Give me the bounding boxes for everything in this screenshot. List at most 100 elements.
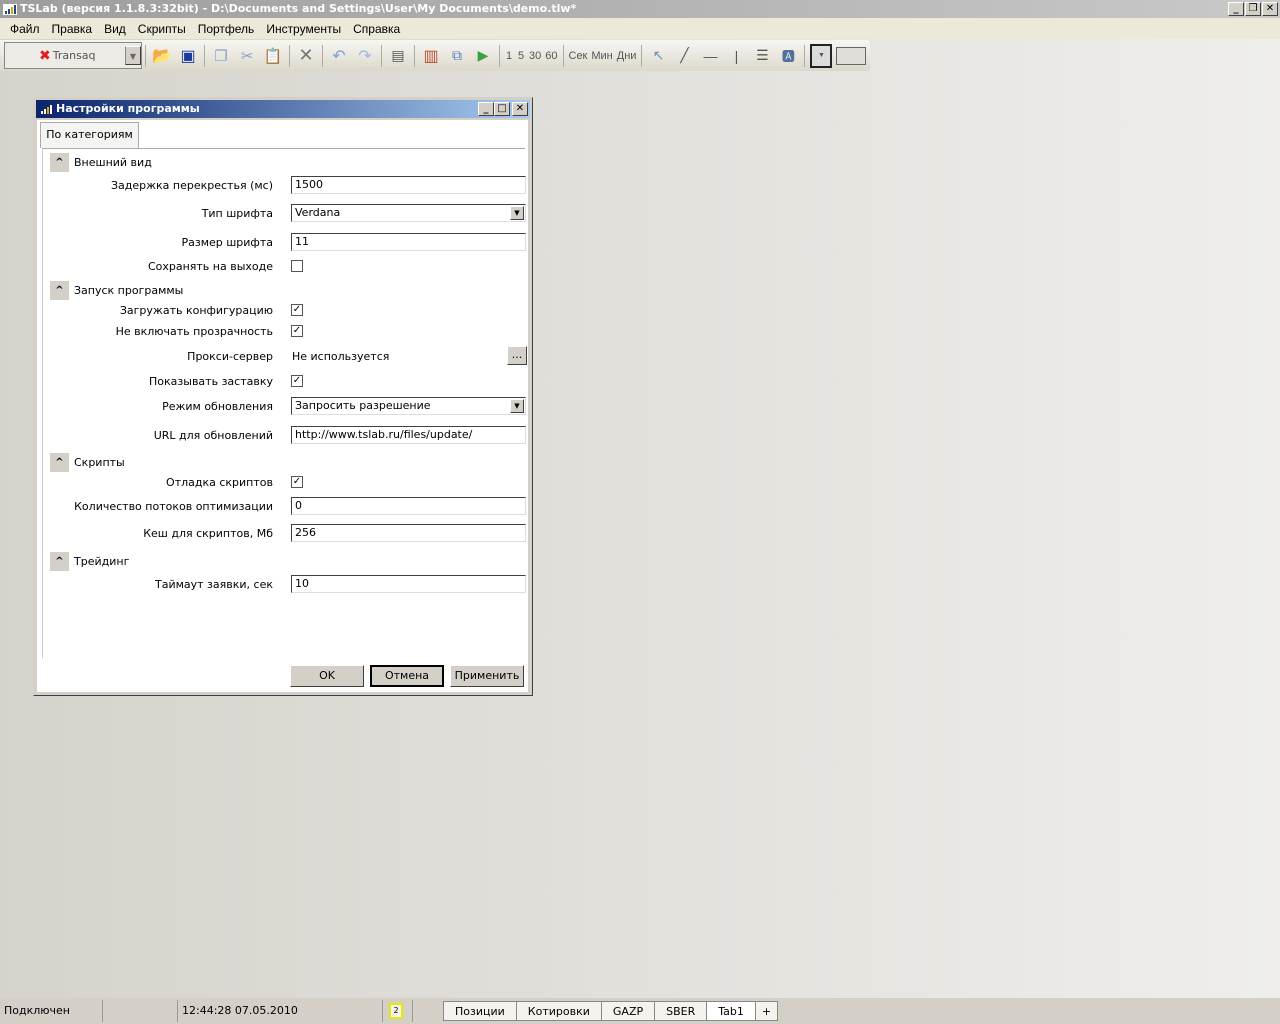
menu-bar: Файл Правка Вид Скрипты Портфель Инструм… bbox=[0, 18, 1280, 39]
status-bar: Подключен 12:44:28 07.05.2010 2 Позиции … bbox=[0, 998, 1280, 1024]
cut-icon[interactable]: ✂ bbox=[236, 44, 258, 68]
add-tab-button[interactable]: + bbox=[754, 1001, 779, 1021]
update-url-input[interactable]: http://www.tslab.ru/files/update/ bbox=[291, 426, 526, 444]
label: Тип шрифта bbox=[201, 207, 273, 220]
color-dropdown[interactable]: ▼ bbox=[810, 43, 833, 68]
dialog-maximize-button[interactable]: □ bbox=[494, 102, 510, 116]
script-cache-input[interactable]: 256 bbox=[291, 524, 526, 542]
status-spacer bbox=[103, 1000, 178, 1022]
interval-1[interactable]: 1 bbox=[505, 44, 513, 68]
label: Количество потоков оптимизации bbox=[74, 500, 273, 513]
pointer-icon[interactable]: ↖ bbox=[647, 44, 669, 68]
section-trading[interactable]: ^ Трейдинг bbox=[50, 552, 129, 571]
interval-5[interactable]: 5 bbox=[517, 44, 525, 68]
minimize-button[interactable]: _ bbox=[1228, 2, 1244, 16]
app-title-bar: TSLab (версия 1.1.8.3:32bit) - D:\Docume… bbox=[0, 0, 1280, 18]
label: Задержка перекрестья (мс) bbox=[110, 179, 273, 192]
proxy-settings-button[interactable]: ... bbox=[507, 346, 527, 365]
property-grid: ^ Внешний вид Задержка перекрестья (мс) 1… bbox=[42, 148, 527, 658]
collapse-icon[interactable]: ^ bbox=[50, 552, 69, 571]
tab-by-category[interactable]: По категориям bbox=[40, 122, 139, 148]
update-mode-value: Запросить разрешение bbox=[295, 399, 431, 412]
save-on-exit-checkbox[interactable] bbox=[291, 260, 303, 272]
toolbar: ✖ Transaq ▼ 📂 ▣ ❐ ✂ 📋 ✕ ↶ ↷ ▤ ▥ ⧉ ▶ 1 5 30… bbox=[0, 40, 870, 71]
collapse-icon[interactable]: ^ bbox=[50, 153, 69, 172]
unit-minutes[interactable]: Мин bbox=[591, 44, 612, 68]
order-timeout-input[interactable]: 10 bbox=[291, 575, 526, 593]
debug-scripts-checkbox[interactable]: ✓ bbox=[291, 476, 303, 488]
chevron-down-icon[interactable]: ▼ bbox=[510, 399, 524, 413]
properties-icon[interactable]: ▤ bbox=[387, 44, 409, 68]
ok-button[interactable]: OK bbox=[290, 665, 364, 687]
apply-button[interactable]: Применить bbox=[450, 665, 524, 687]
text-icon[interactable]: 🅰 bbox=[777, 44, 799, 68]
tab-gazp[interactable]: GAZP bbox=[600, 1001, 656, 1021]
tab-sber[interactable]: SBER bbox=[654, 1001, 708, 1021]
chart-icon[interactable]: ▥ bbox=[420, 44, 442, 68]
proxy-value: Не используется bbox=[292, 350, 390, 363]
paste-icon[interactable]: 📋 bbox=[262, 44, 284, 68]
menu-edit[interactable]: Правка bbox=[46, 22, 99, 36]
dialog-logo-icon bbox=[39, 104, 53, 115]
update-mode-select[interactable]: Запросить разрешение ▼ bbox=[291, 397, 526, 415]
chevron-down-icon[interactable]: ▼ bbox=[510, 206, 524, 220]
menu-tools[interactable]: Инструменты bbox=[260, 22, 347, 36]
horizontal-line-icon[interactable]: — bbox=[699, 44, 721, 68]
label: Таймаут заявки, сек bbox=[155, 578, 273, 591]
menu-scripts[interactable]: Скрипты bbox=[132, 22, 192, 36]
menu-file[interactable]: Файл bbox=[4, 22, 46, 36]
no-transparency-checkbox[interactable]: ✓ bbox=[291, 325, 303, 337]
opt-threads-input[interactable]: 0 bbox=[291, 497, 526, 515]
line-icon[interactable]: ╱ bbox=[673, 44, 695, 68]
section-label: Запуск программы bbox=[74, 284, 184, 297]
dialog-close-button[interactable]: ✕ bbox=[512, 102, 528, 116]
tab-positions[interactable]: Позиции bbox=[443, 1001, 517, 1021]
save-icon[interactable]: ▣ bbox=[177, 44, 199, 68]
font-size-input[interactable]: 11 bbox=[291, 233, 526, 251]
label: Прокси-сервер bbox=[187, 350, 273, 363]
delete-icon[interactable]: ✕ bbox=[295, 44, 317, 68]
splash-checkbox[interactable]: ✓ bbox=[291, 375, 303, 387]
interval-60[interactable]: 60 bbox=[545, 44, 557, 68]
dialog-minimize-button[interactable]: _ bbox=[478, 102, 494, 116]
crosshair-delay-input[interactable]: 1500 bbox=[291, 176, 526, 194]
close-button[interactable]: ✕ bbox=[1262, 2, 1278, 16]
menu-view[interactable]: Вид bbox=[98, 22, 132, 36]
label: Показывать заставку bbox=[149, 375, 273, 388]
run-icon[interactable]: ▶ bbox=[472, 44, 494, 68]
font-type-select[interactable]: Verdana ▼ bbox=[291, 204, 526, 222]
connector-label: Transaq bbox=[52, 49, 96, 62]
label: Отладка скриптов bbox=[166, 476, 273, 489]
section-appearance[interactable]: ^ Внешний вид bbox=[50, 153, 152, 172]
open-icon[interactable]: 📂 bbox=[151, 44, 173, 68]
chevron-down-icon[interactable]: ▼ bbox=[125, 46, 141, 65]
section-label: Внешний вид bbox=[74, 156, 152, 169]
diagram-icon[interactable]: ⧉ bbox=[446, 44, 468, 68]
font-type-value: Verdana bbox=[295, 206, 341, 219]
fibonacci-icon[interactable]: ☰ bbox=[751, 44, 773, 68]
notification-badge[interactable]: 2 bbox=[389, 1003, 403, 1019]
redo-icon[interactable]: ↷ bbox=[354, 44, 376, 68]
connector-select[interactable]: ✖ Transaq ▼ bbox=[4, 42, 142, 69]
unit-seconds[interactable]: Сек bbox=[569, 44, 588, 68]
tab-tab1[interactable]: Tab1 bbox=[706, 1001, 756, 1021]
section-startup[interactable]: ^ Запуск программы bbox=[50, 281, 183, 300]
collapse-icon[interactable]: ^ bbox=[50, 453, 69, 472]
restore-button[interactable]: ❐ bbox=[1245, 2, 1261, 16]
collapse-icon[interactable]: ^ bbox=[50, 281, 69, 300]
unit-days[interactable]: Дни bbox=[617, 44, 637, 68]
copy-icon[interactable]: ❐ bbox=[210, 44, 232, 68]
cancel-button[interactable]: Отмена bbox=[370, 665, 444, 687]
section-scripts[interactable]: ^ Скрипты bbox=[50, 453, 125, 472]
tab-quotes[interactable]: Котировки bbox=[515, 1001, 602, 1021]
disconnected-icon: ✖ bbox=[39, 47, 51, 64]
vertical-line-icon[interactable]: | bbox=[725, 44, 747, 68]
label: Размер шрифта bbox=[181, 236, 273, 249]
dialog-body: По категориям ^ Внешний вид Задержка пере… bbox=[37, 120, 528, 692]
menu-portfolio[interactable]: Портфель bbox=[192, 22, 261, 36]
undo-icon[interactable]: ↶ bbox=[328, 44, 350, 68]
load-config-checkbox[interactable]: ✓ bbox=[291, 304, 303, 316]
interval-30[interactable]: 30 bbox=[529, 44, 541, 68]
menu-help[interactable]: Справка bbox=[347, 22, 406, 36]
color-swatch[interactable] bbox=[836, 46, 867, 65]
